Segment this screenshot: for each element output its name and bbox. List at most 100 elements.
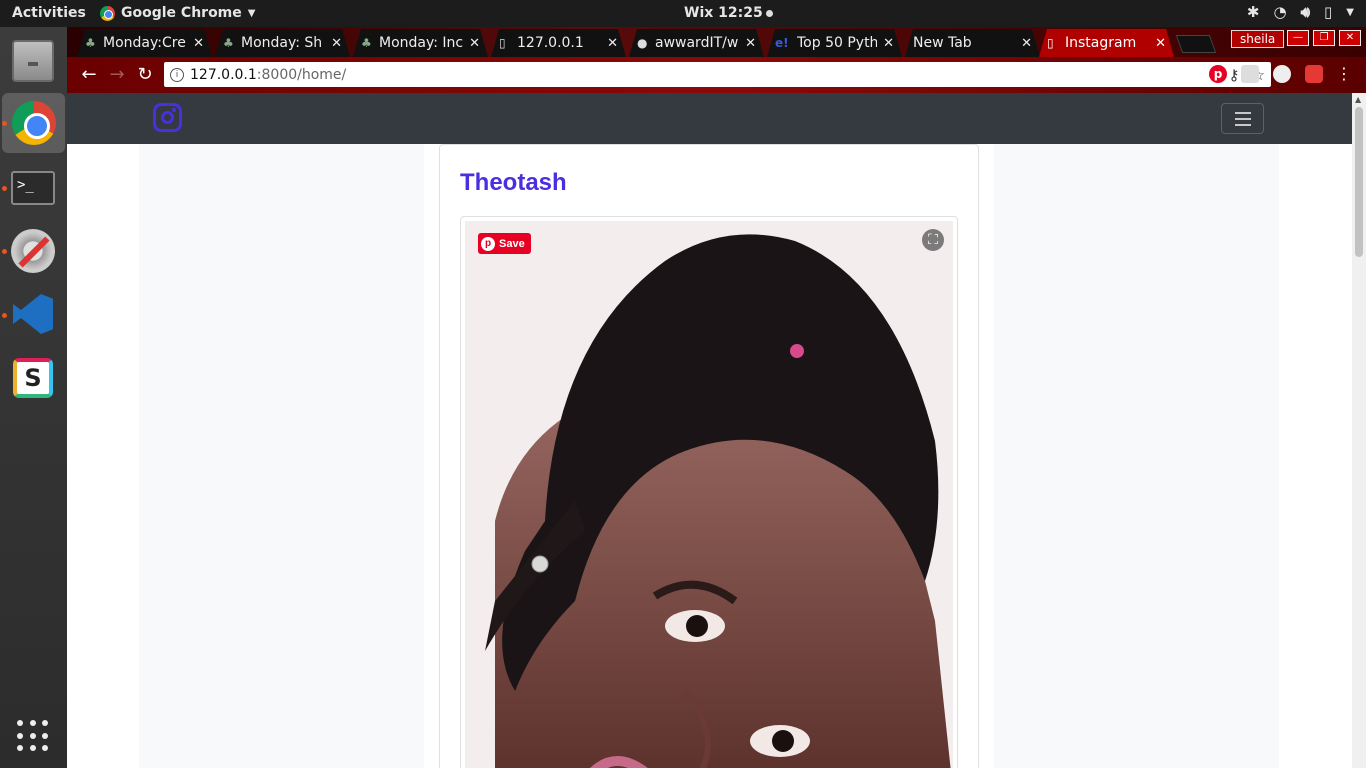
post-image-frame: p Save ⛶ (460, 216, 958, 768)
volume-icon[interactable]: 🔊︎ (1301, 3, 1310, 21)
pinterest-save-button[interactable]: p Save (478, 233, 531, 254)
tab[interactable]: ▯ 127.0.0.1 ✕ (491, 29, 626, 57)
post-image[interactable]: p Save ⛶ (465, 221, 953, 768)
dock-vscode[interactable] (9, 290, 57, 338)
page-icon: ▯ (1047, 36, 1054, 50)
tree-icon: ♣ (361, 36, 372, 50)
close-icon[interactable]: ✕ (1021, 36, 1032, 51)
wifi-icon[interactable]: ◔ (1273, 3, 1286, 21)
activities-button[interactable]: Activities (12, 5, 86, 21)
post-card: Theotash p Save ⛶ (439, 144, 979, 768)
e-icon: e! (775, 36, 789, 50)
tab[interactable]: New Tab ✕ (905, 29, 1040, 57)
dock-tools[interactable] (9, 227, 57, 275)
new-tab-button[interactable] (1175, 35, 1217, 53)
extension-icon[interactable] (1241, 65, 1259, 83)
tab[interactable]: ♣ Monday:Cre ✕ (77, 29, 212, 57)
files-icon (12, 40, 54, 82)
app-menu[interactable]: Google Chrome ▼ (100, 5, 255, 21)
tools-icon (11, 229, 55, 273)
expand-icon[interactable]: ⛶ (922, 229, 944, 251)
video-extension-icon[interactable] (1305, 65, 1323, 83)
chevron-down-icon[interactable]: ▼ (1346, 7, 1354, 18)
maximize-button[interactable]: ❐ (1313, 30, 1335, 46)
clock-label: Wix 12:25 (684, 5, 763, 21)
back-button[interactable]: ← (78, 64, 100, 86)
screen: Activities Google Chrome ▼ Wix 12:25 ✱ ◔… (0, 0, 1366, 768)
post-username[interactable]: Theotash (460, 169, 567, 197)
scroll-up-icon[interactable]: ▲ (1355, 95, 1361, 104)
menu-kebab-icon[interactable]: ⋮ (1333, 64, 1355, 86)
gear-icon[interactable]: ✱ (1247, 3, 1260, 21)
tab[interactable]: e! Top 50 Pyth ✕ (767, 29, 902, 57)
close-icon[interactable]: ✕ (193, 36, 204, 51)
navbar-toggle-button[interactable] (1221, 103, 1264, 134)
vscode-icon (13, 294, 53, 334)
info-icon[interactable]: i (170, 67, 184, 82)
url-path: :8000/home/ (256, 66, 347, 83)
tab-title: Instagram (1065, 35, 1137, 51)
show-apps-icon[interactable] (17, 720, 49, 752)
tab-title: 127.0.0.1 (517, 35, 584, 51)
pinterest-icon[interactable]: p (1209, 65, 1227, 83)
tab-title: New Tab (913, 35, 972, 51)
tab[interactable]: ♣ Monday: Inc ✕ (353, 29, 488, 57)
pinterest-icon: p (481, 236, 495, 251)
system-tray[interactable]: ✱ ◔ 🔊︎ ▯ ▼ (1247, 3, 1354, 21)
scrollbar-thumb[interactable] (1355, 107, 1363, 257)
running-indicator (2, 121, 7, 126)
site-navbar (67, 93, 1352, 144)
close-icon[interactable]: ✕ (331, 36, 342, 51)
key-icon[interactable]: ⚷ (1229, 66, 1240, 84)
chrome-icon (100, 5, 115, 21)
page-scrollbar[interactable]: ▲ (1352, 93, 1366, 768)
forward-button[interactable]: → (106, 64, 128, 86)
web-page: Theotash p Save ⛶ (67, 93, 1352, 768)
browser-toolbar: ← → ↻ i 127.0.0.1:8000/home/ ⚷ ☆ p ⋮ (67, 57, 1366, 93)
slack-icon: S (13, 358, 53, 398)
close-icon[interactable]: ✕ (469, 36, 480, 51)
tab-title: Top 50 Pyth (797, 35, 878, 51)
instagram-logo-icon[interactable] (153, 103, 182, 132)
tab-title: Monday:Cre (103, 35, 186, 51)
browser-window: ♣ Monday:Cre ✕ ♣ Monday: Sh ✕ ♣ Monday: … (67, 27, 1366, 768)
chevron-down-icon: ▼ (247, 7, 256, 19)
address-bar[interactable]: i 127.0.0.1:8000/home/ ⚷ ☆ (164, 62, 1271, 87)
tab-title: Monday: Inc (379, 35, 464, 51)
tree-icon: ♣ (85, 36, 96, 50)
notification-dot-icon (765, 9, 773, 17)
dock-slack[interactable]: S (9, 354, 57, 402)
terminal-icon: >_ (11, 171, 55, 205)
tab-strip: ♣ Monday:Cre ✕ ♣ Monday: Sh ✕ ♣ Monday: … (67, 27, 1366, 57)
portrait-photo (465, 221, 953, 768)
dock-files[interactable] (9, 37, 57, 85)
minimize-button[interactable]: — (1287, 30, 1309, 46)
app-menu-label: Google Chrome (121, 5, 242, 21)
close-icon[interactable]: ✕ (883, 36, 894, 51)
running-indicator (2, 313, 7, 318)
close-icon[interactable]: ✕ (745, 36, 756, 51)
url-host: 127.0.0.1 (190, 66, 257, 83)
dock-chrome[interactable] (2, 93, 65, 153)
dock-terminal[interactable]: >_ (9, 164, 57, 212)
tab[interactable]: ● awwardIT/w ✕ (629, 29, 764, 57)
top-panel: Activities Google Chrome ▼ Wix 12:25 ✱ ◔… (0, 0, 1366, 27)
close-icon[interactable]: ✕ (1155, 36, 1166, 51)
dock: >_ S (0, 27, 67, 768)
tab-active[interactable]: ▯ Instagram ✕ (1039, 29, 1174, 57)
right-column (994, 144, 1279, 768)
close-window-button[interactable]: ✕ (1339, 30, 1361, 46)
tree-icon: ♣ (223, 36, 234, 50)
close-icon[interactable]: ✕ (607, 36, 618, 51)
profile-button[interactable]: sheila (1231, 30, 1285, 48)
extension-icon[interactable] (1273, 65, 1291, 83)
tab-title: awwardIT/w (655, 35, 739, 51)
reload-button[interactable]: ↻ (134, 64, 156, 86)
left-column (139, 144, 424, 768)
chrome-icon (11, 101, 56, 145)
hair-bead-icon (790, 344, 804, 358)
battery-icon[interactable]: ▯ (1324, 3, 1332, 21)
tab-title: Monday: Sh (241, 35, 323, 51)
clock[interactable]: Wix 12:25 (684, 5, 773, 21)
tab[interactable]: ♣ Monday: Sh ✕ (215, 29, 350, 57)
